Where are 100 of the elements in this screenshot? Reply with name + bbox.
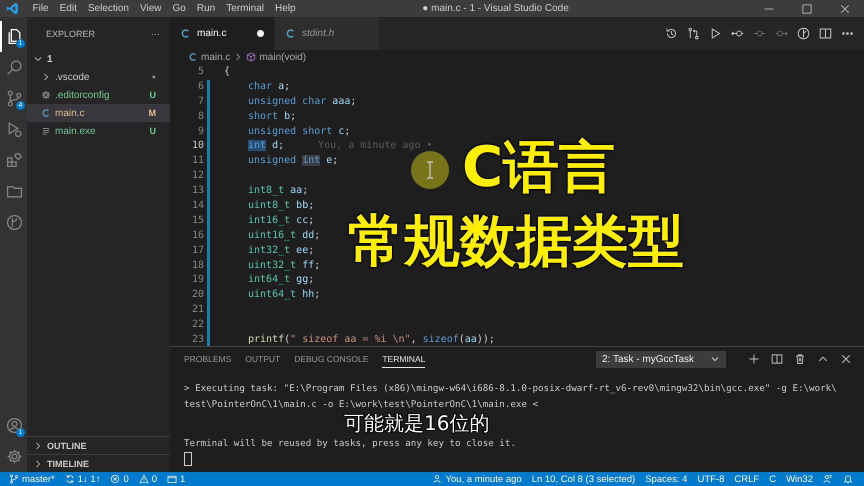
menu-item[interactable]: Help xyxy=(270,0,302,17)
extensions-icon[interactable] xyxy=(6,152,23,169)
split-editor-icon[interactable] xyxy=(819,27,832,40)
file-name: .editorconfig xyxy=(55,90,110,100)
status-item[interactable]: Spaces: 4 xyxy=(640,474,692,484)
more-actions-button[interactable]: ··· xyxy=(151,28,160,38)
status-item[interactable]: 0 xyxy=(105,474,134,484)
git-graph-icon[interactable] xyxy=(6,214,23,231)
line-number: 11 xyxy=(190,154,204,168)
status-item[interactable]: 0 xyxy=(134,474,162,484)
code-line: { xyxy=(223,65,230,79)
line-number: 7 xyxy=(196,94,204,109)
code-line: char a; xyxy=(247,80,290,94)
file-lines-icon xyxy=(41,126,51,136)
run-debug-icon[interactable] xyxy=(6,121,23,138)
status-item[interactable]: 1 xyxy=(162,474,190,484)
git-status: U xyxy=(150,90,156,100)
status-item[interactable]: UTF-8 xyxy=(692,474,730,484)
terminal-dropdown[interactable]: 2: Task - myGccTask xyxy=(596,350,726,368)
app-logo-icon xyxy=(6,2,19,15)
line-number: 18 xyxy=(190,258,204,273)
panel-tab[interactable]: TERMINAL xyxy=(382,350,426,368)
line-number: 19 xyxy=(190,273,204,288)
history-icon[interactable] xyxy=(665,27,678,40)
editor-tab[interactable]: main.c xyxy=(170,17,275,50)
terminal-line: Terminal will be reused by tasks, press any key to close it. xyxy=(184,437,517,451)
menu-item[interactable]: View xyxy=(134,0,167,17)
code-line: uint64_t hh; xyxy=(247,288,320,302)
breadcrumb-item[interactable]: main(void) xyxy=(259,52,306,62)
folder-icon[interactable] xyxy=(6,183,23,200)
c-file-icon xyxy=(41,108,51,118)
status-item[interactable]: Ln 10, Col 8 (3 selected) xyxy=(526,474,640,484)
line-number: 10 xyxy=(190,139,204,154)
source-control-icon[interactable] xyxy=(6,90,23,107)
c-file-icon xyxy=(180,28,191,39)
code-line: int d; xyxy=(247,139,284,154)
editor-tab[interactable]: stdint.h xyxy=(275,17,380,50)
panel-tab[interactable]: PROBLEMS xyxy=(184,350,232,368)
terminal-line: > Executing task: "E:\Program Files (x86)\mingw-w64\i686-8.1.0-posix-dwarf-rt_v6-rev0\mingw32\bin\gcc.exe" -g E:\work\ xyxy=(184,382,838,396)
menu-item[interactable]: Terminal xyxy=(220,0,270,17)
status-item[interactable]: C xyxy=(764,474,782,484)
file-tree-item[interactable]: main.c M xyxy=(27,104,170,122)
sidebar-section[interactable]: OUTLINE xyxy=(27,436,170,454)
window-title: ● main.c - 1 - Visual Studio Code xyxy=(421,3,570,14)
status-item[interactable]: Win32 xyxy=(781,474,818,484)
panel-tab[interactable]: OUTPUT xyxy=(245,350,280,368)
menu-item[interactable]: File xyxy=(27,0,54,17)
search-icon[interactable] xyxy=(6,59,23,76)
maximize-icon[interactable] xyxy=(801,2,813,14)
terminal-line: test\PointerOnC\1\main.c -o E:\work\test\PointerOnC\1\main.exe < xyxy=(184,398,540,412)
line-number: 21 xyxy=(190,303,204,318)
close-icon[interactable] xyxy=(840,353,852,365)
warning-icon xyxy=(138,474,149,484)
status-item[interactable]: master* xyxy=(4,474,60,484)
file-tree-item[interactable]: .editorconfig U xyxy=(27,86,170,104)
line-number: 12 xyxy=(190,169,204,184)
menu-item[interactable]: Selection xyxy=(82,0,134,17)
new-terminal-icon[interactable] xyxy=(748,353,760,365)
subtitle: 可能就是16位的 xyxy=(344,413,490,433)
window-icon xyxy=(167,474,178,484)
person-icon xyxy=(432,474,442,484)
code-line: uint32_t ff; xyxy=(247,258,320,273)
terminal-cursor xyxy=(184,452,192,466)
line-number: 22 xyxy=(190,318,204,332)
code-line: uint8_t bb; xyxy=(247,199,314,214)
bell-icon[interactable] xyxy=(843,474,853,484)
blame-icon[interactable] xyxy=(797,27,810,40)
menu-item[interactable]: Go xyxy=(167,0,192,17)
compare-icon[interactable] xyxy=(687,27,700,40)
folder-name[interactable]: 1 xyxy=(47,54,156,64)
breadcrumb-item[interactable]: main.c xyxy=(201,52,230,62)
trash-icon[interactable] xyxy=(794,353,806,365)
line-number: 20 xyxy=(190,288,204,302)
blame-annotation: You, a minute ago • xyxy=(318,139,433,154)
settings-icon[interactable] xyxy=(6,448,23,465)
close-icon[interactable] xyxy=(839,2,851,14)
menu-item[interactable]: Run xyxy=(191,0,221,17)
code-line: int8_t aa; xyxy=(247,184,308,198)
code-line: unsigned int e; xyxy=(247,154,338,168)
status-item[interactable]: 1↓ 1↑ xyxy=(60,474,106,484)
account-icon[interactable] xyxy=(6,417,23,434)
cube-icon xyxy=(246,52,256,62)
run-icon[interactable] xyxy=(709,27,722,40)
status-item[interactable]: CRLF xyxy=(729,474,764,484)
files-icon[interactable] xyxy=(6,28,23,45)
line-number: 16 xyxy=(190,228,204,243)
code-line: int16_t cc; xyxy=(247,214,314,228)
unsaved-dot-icon xyxy=(257,30,264,37)
error-icon xyxy=(110,474,120,484)
line-number: 9 xyxy=(196,124,204,139)
split-terminal-icon[interactable] xyxy=(771,353,783,365)
status-item[interactable]: You, a minute ago xyxy=(427,474,527,484)
code-line: unsigned char aaa; xyxy=(247,94,356,109)
code-line: uint16_t dd; xyxy=(247,228,320,243)
panel-tab[interactable]: DEBUG CONSOLE xyxy=(294,350,368,368)
c-file-icon xyxy=(188,52,198,62)
menu-item[interactable]: Edit xyxy=(54,0,82,17)
c-file-icon xyxy=(285,28,296,39)
feedback-icon[interactable] xyxy=(823,474,833,484)
file-tree-item[interactable]: main.exe U xyxy=(27,122,170,140)
